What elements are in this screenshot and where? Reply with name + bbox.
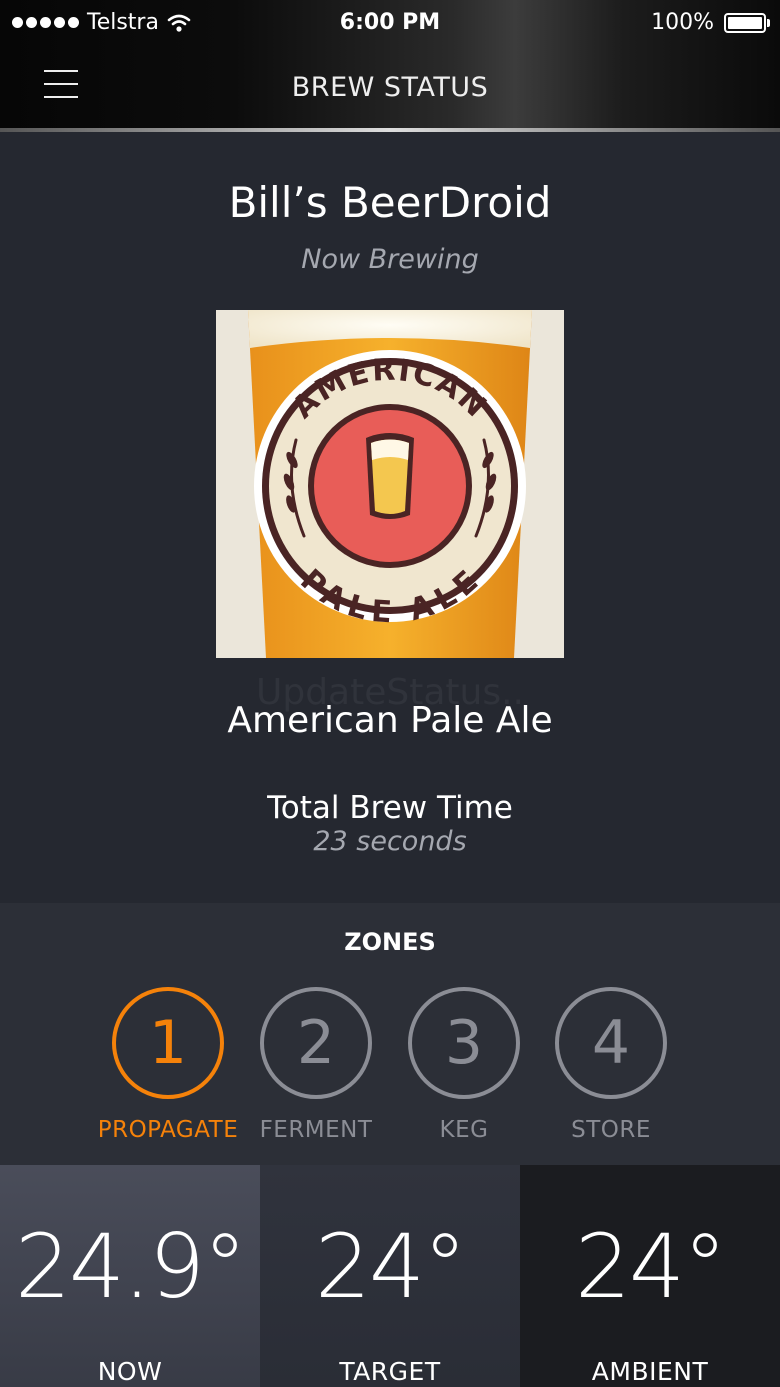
zones-title: ZONES: [344, 928, 436, 956]
zone-store[interactable]: 4 STORE: [536, 987, 686, 1143]
zone-ferment[interactable]: 2 FERMENT: [241, 987, 391, 1143]
brew-time-label: Total Brew Time: [267, 790, 513, 826]
device-name: Bill’s BeerDroid: [228, 178, 552, 227]
battery-percent: 100%: [651, 10, 714, 35]
brew-time-value: 23 seconds: [313, 826, 467, 857]
beer-name: American Pale Ale: [227, 700, 553, 741]
temperature-label: TARGET: [339, 1357, 441, 1386]
zone-keg[interactable]: 3 KEG: [389, 987, 539, 1143]
zone-propagate[interactable]: 1 PROPAGATE: [93, 987, 243, 1143]
beer-label-image: AMERICAN PALE ALE: [216, 310, 564, 658]
temperature-value: 24.9°: [15, 1215, 247, 1318]
temperature-target-tile[interactable]: 24° TARGET: [260, 1165, 520, 1387]
zone-label: PROPAGATE: [97, 1117, 239, 1143]
now-brewing-subtitle: Now Brewing: [301, 244, 479, 275]
zones-panel: ZONES 1 PROPAGATE 2 FERMENT 3 KEG 4 STOR…: [0, 903, 780, 1165]
battery-icon: [724, 12, 770, 33]
temperature-now-tile[interactable]: 24.9° NOW: [0, 1165, 260, 1387]
temperature-ambient-tile[interactable]: 24° AMBIENT: [520, 1165, 780, 1387]
temperature-label: NOW: [97, 1357, 163, 1386]
header-divider: [0, 128, 780, 132]
zone-label: KEG: [439, 1117, 489, 1143]
zone-label: FERMENT: [259, 1117, 373, 1143]
zone-label: STORE: [571, 1117, 651, 1143]
temperature-value: 24°: [315, 1215, 467, 1318]
zone-number: 3: [408, 987, 520, 1099]
zone-number: 2: [260, 987, 372, 1099]
temperature-value: 24°: [575, 1215, 727, 1318]
zone-number: 1: [112, 987, 224, 1099]
zone-number: 4: [555, 987, 667, 1099]
status-bar: Telstra 6:00 PM 100%: [0, 0, 780, 46]
temperature-label: AMBIENT: [591, 1357, 709, 1386]
battery-status: 100%: [651, 10, 770, 35]
page-title: BREW STATUS: [291, 72, 489, 103]
